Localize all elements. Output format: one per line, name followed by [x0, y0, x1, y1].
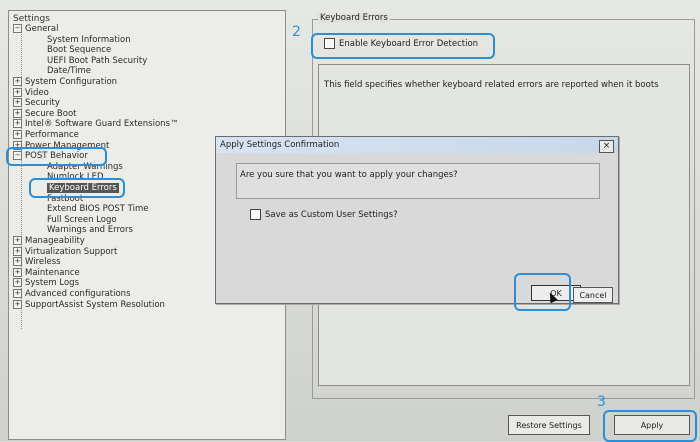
- tree-item[interactable]: Boot Sequence: [47, 45, 111, 56]
- tree-item[interactable]: + Intel® Software Guard Extensions™: [13, 119, 178, 130]
- dialog-title: Apply Settings Confirmation: [216, 137, 618, 153]
- tree-item[interactable]: − General: [13, 24, 59, 35]
- group-title: Keyboard Errors: [318, 13, 390, 23]
- expand-icon[interactable]: +: [13, 278, 22, 288]
- tree-item[interactable]: Extend BIOS POST Time: [47, 204, 148, 215]
- tree-item-label: SupportAssist System Resolution: [25, 299, 165, 310]
- dialog-close-button[interactable]: ×: [599, 140, 614, 153]
- expand-icon[interactable]: +: [13, 119, 22, 129]
- expand-icon[interactable]: +: [13, 299, 22, 309]
- tree-item-label: Extend BIOS POST Time: [47, 204, 149, 215]
- step-number-2: 2: [292, 24, 301, 40]
- tree-item-label: Wireless: [25, 257, 61, 268]
- tree-item-label: Date/Time: [47, 66, 91, 77]
- expand-icon[interactable]: +: [13, 246, 22, 256]
- expand-icon[interactable]: +: [13, 257, 22, 267]
- tree-item-label: UEFI Boot Path Security: [47, 55, 148, 66]
- step-number-3: 3: [597, 394, 606, 410]
- tree-item[interactable]: + System Configuration: [13, 77, 117, 88]
- tree-item-label: Intel® Software Guard Extensions™: [25, 119, 179, 130]
- tree-item-label: Manageability: [25, 236, 85, 246]
- tree-item[interactable]: + Manageability: [13, 236, 85, 247]
- dialog-message-box: [236, 163, 600, 199]
- expand-icon[interactable]: +: [13, 77, 22, 86]
- tree-item-label: Video: [25, 87, 49, 98]
- tree-item[interactable]: System Information: [47, 35, 131, 46]
- expand-icon[interactable]: +: [13, 108, 22, 118]
- tree-item[interactable]: + Virtualization Support: [13, 246, 118, 258]
- tree-item[interactable]: + Maintenance: [13, 267, 80, 279]
- tree-item-label: General: [25, 24, 59, 34]
- restore-settings-button[interactable]: Restore Settings: [508, 415, 590, 435]
- dialog-message: Are you sure that you want to apply your…: [240, 170, 458, 180]
- tree-item[interactable]: + Wireless: [13, 257, 61, 268]
- tree-item[interactable]: + System Logs: [13, 278, 79, 289]
- tree-item-label: System Configuration: [25, 77, 118, 87]
- highlight-enable-checkbox: [311, 33, 495, 59]
- save-custom-settings-label: Save as Custom User Settings?: [265, 209, 398, 220]
- tree-item[interactable]: UEFI Boot Path Security: [47, 56, 147, 67]
- expand-icon[interactable]: +: [13, 87, 22, 97]
- dialog-cancel-button[interactable]: Cancel: [573, 287, 613, 303]
- tree-item[interactable]: Full Screen Logo: [47, 215, 117, 226]
- tree-item-label: System Logs: [25, 278, 80, 289]
- tree-item-label: Warnings and Errors: [47, 225, 133, 236]
- expand-icon[interactable]: +: [13, 98, 22, 108]
- tree-item-label: Secure Boot: [25, 108, 77, 119]
- bios-screen: Settings − General System Information Boot …: [0, 0, 700, 442]
- tree-item-label: Security: [25, 98, 60, 109]
- tree-item[interactable]: + Video: [13, 87, 49, 99]
- tree-title: Settings: [13, 14, 50, 24]
- tree-item-label: System Information: [47, 34, 131, 45]
- description-text: This field specifies whether keyboard re…: [324, 80, 659, 90]
- tree-item-label: Full Screen Logo: [47, 214, 117, 225]
- tree-item-label: Virtualization Support: [25, 246, 118, 257]
- expand-icon[interactable]: +: [13, 289, 22, 298]
- highlight-keyboard-errors: [29, 178, 125, 198]
- tree-item-label: Boot Sequence: [47, 45, 112, 56]
- tree-item-label: Performance: [25, 130, 79, 140]
- tree-item[interactable]: + Performance: [13, 130, 79, 141]
- tree-item[interactable]: Warnings and Errors: [47, 225, 133, 236]
- tree-item[interactable]: + Security: [13, 98, 60, 109]
- save-custom-settings-checkbox[interactable]: [250, 209, 261, 220]
- tree-item-label: Advanced configurations: [25, 289, 131, 299]
- tree-item[interactable]: + Secure Boot: [13, 108, 77, 120]
- expand-icon[interactable]: +: [13, 130, 22, 139]
- tree-item-label: Maintenance: [25, 267, 80, 278]
- collapse-icon[interactable]: −: [13, 24, 22, 33]
- highlight-post-behavior: [6, 147, 107, 166]
- expand-icon[interactable]: +: [13, 267, 22, 277]
- tree-item[interactable]: Date/Time: [47, 66, 91, 77]
- save-custom-settings-option[interactable]: Save as Custom User Settings?: [250, 209, 398, 220]
- highlight-apply-button: [603, 410, 697, 442]
- expand-icon[interactable]: +: [13, 236, 22, 245]
- tree-item[interactable]: + Advanced configurations: [13, 289, 131, 300]
- highlight-ok-button: [514, 273, 571, 311]
- tree-item[interactable]: + SupportAssist System Resolution: [13, 299, 165, 311]
